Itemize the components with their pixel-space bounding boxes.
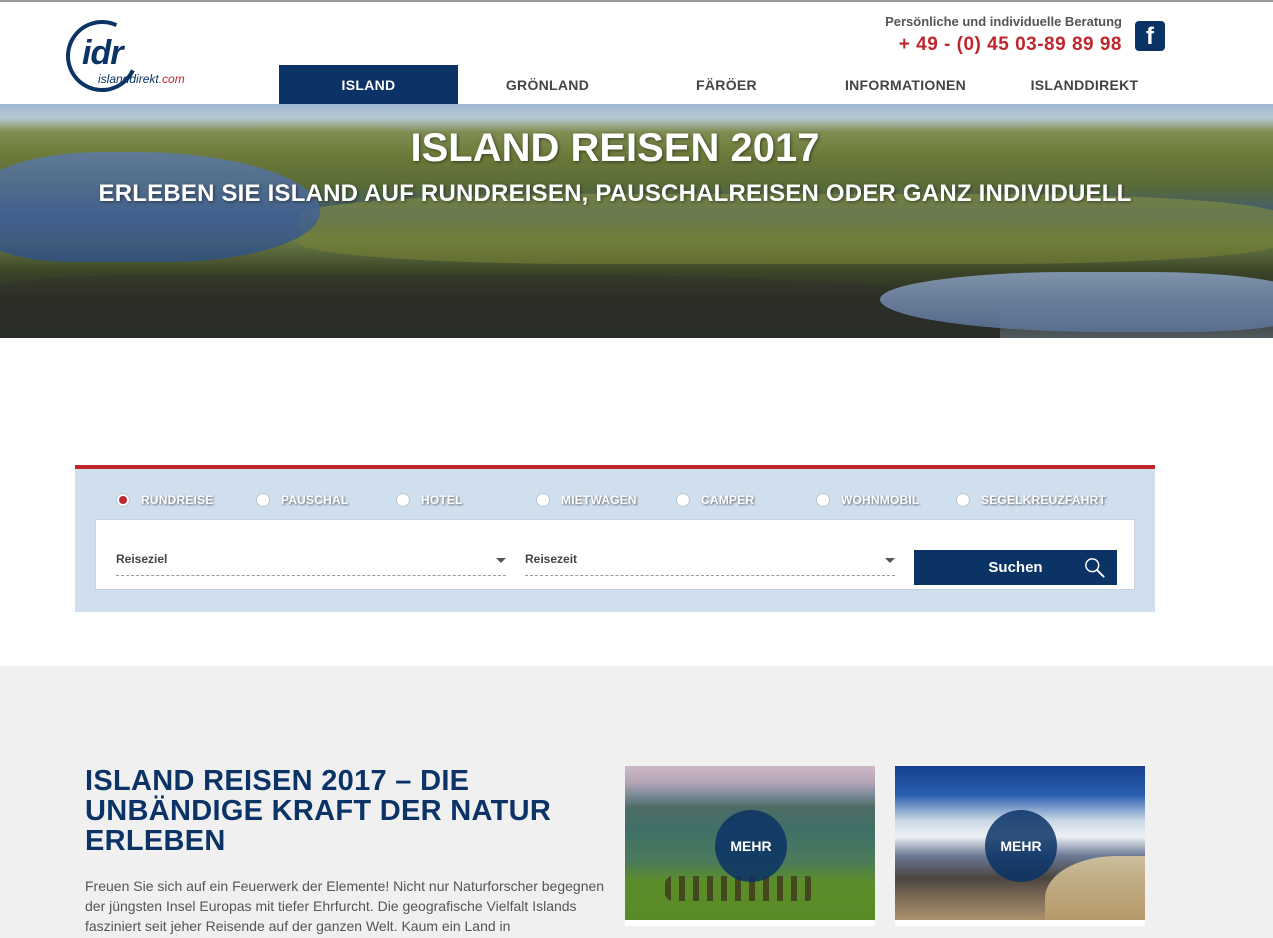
facebook-icon[interactable]: f <box>1135 21 1165 51</box>
more-button[interactable]: MEHR <box>715 810 787 882</box>
hero-landscape-ground <box>0 274 1000 338</box>
destination-select[interactable]: Reiseziel <box>116 546 506 576</box>
radio-label: PAUSCHAL <box>281 493 349 507</box>
teaser-card-landscape[interactable]: MEHR <box>895 766 1145 926</box>
radio-dot <box>956 493 970 507</box>
logo[interactable]: idr islanddirekt.com <box>55 9 204 103</box>
radio-dot <box>116 493 130 507</box>
logo-subtitle-tld: .com <box>158 72 185 86</box>
top-divider <box>0 0 1273 2</box>
chevron-down-icon <box>885 558 895 563</box>
logo-subtitle-name: islanddirekt <box>98 72 159 86</box>
radio-dot <box>676 493 690 507</box>
intro-text: Freuen Sie sich auf ein Feuerwerk der El… <box>85 878 605 934</box>
nav-item-islanddirekt[interactable]: ISLANDDIREKT <box>995 65 1174 104</box>
radio-wohnmobil[interactable]: WOHNMOBIL <box>816 493 919 507</box>
nav-item-island[interactable]: ISLAND <box>279 65 458 104</box>
more-button[interactable]: MEHR <box>985 810 1057 882</box>
time-select-label: Reisezeit <box>525 552 578 566</box>
radio-segelkreuzfahrt[interactable]: SEGELKREUZFAHRT <box>956 493 1106 507</box>
intro-title: ISLAND REISEN 2017 – DIE UNBÄNDIGE KRAFT… <box>85 765 552 857</box>
phone-number[interactable]: + 49 - (0) 45 03-89 89 98 <box>899 34 1122 56</box>
card-footer-strip <box>625 920 875 926</box>
radio-mietwagen[interactable]: MIETWAGEN <box>536 493 637 507</box>
hero-banner: ISLAND REISEN 2017 ERLEBEN SIE ISLAND AU… <box>0 104 1273 338</box>
teaser-card-horses[interactable]: MEHR <box>625 766 875 926</box>
logo-text: idr <box>82 34 123 72</box>
main-nav: ISLAND GRÖNLAND FÄRÖER INFORMATIONEN ISL… <box>279 65 1174 104</box>
radio-label: SEGELKREUZFAHRT <box>981 493 1107 507</box>
nav-item-faeroeer[interactable]: FÄRÖER <box>637 65 816 104</box>
hero-subtitle: ERLEBEN SIE ISLAND AUF RUNDREISEN, PAUSC… <box>98 180 1132 207</box>
radio-pauschal[interactable]: PAUSCHAL <box>256 493 348 507</box>
card-footer-strip <box>895 920 1145 926</box>
intro-section: ISLAND REISEN 2017 – DIE UNBÄNDIGE KRAFT… <box>0 666 1273 938</box>
radio-dot <box>536 493 550 507</box>
radio-label: WOHNMOBIL <box>841 493 920 507</box>
logo-subtitle: islanddirekt.com <box>98 72 185 86</box>
time-select[interactable]: Reisezeit <box>525 546 895 576</box>
travel-type-options: RUNDREISE PAUSCHAL HOTEL MIETWAGEN CAMPE… <box>116 493 1126 511</box>
destination-select-label: Reiseziel <box>116 552 168 566</box>
search-button-label: Suchen <box>988 559 1043 576</box>
radio-dot <box>256 493 270 507</box>
radio-rundreise[interactable]: RUNDREISE <box>116 493 213 507</box>
page: idr islanddirekt.com Persönliche und ind… <box>0 0 1273 938</box>
radio-label: RUNDREISE <box>141 493 214 507</box>
card-image-hill <box>1045 856 1145 926</box>
radio-label: CAMPER <box>701 493 755 507</box>
hero-title: ISLAND REISEN 2017 <box>410 126 820 170</box>
search-fields: Reiseziel Reisezeit Suchen <box>95 519 1135 590</box>
consult-text: Persönliche und individuelle Beratung <box>885 14 1122 29</box>
search-icon <box>1085 558 1105 578</box>
radio-camper[interactable]: CAMPER <box>676 493 754 507</box>
radio-label: MIETWAGEN <box>561 493 637 507</box>
radio-hotel[interactable]: HOTEL <box>396 493 463 507</box>
search-button[interactable]: Suchen <box>914 550 1117 585</box>
nav-item-groenland[interactable]: GRÖNLAND <box>458 65 637 104</box>
chevron-down-icon <box>496 558 506 563</box>
nav-item-informationen[interactable]: INFORMATIONEN <box>816 65 995 104</box>
radio-label: HOTEL <box>421 493 463 507</box>
radio-dot <box>396 493 410 507</box>
radio-dot <box>816 493 830 507</box>
search-panel: RUNDREISE PAUSCHAL HOTEL MIETWAGEN CAMPE… <box>75 465 1155 612</box>
